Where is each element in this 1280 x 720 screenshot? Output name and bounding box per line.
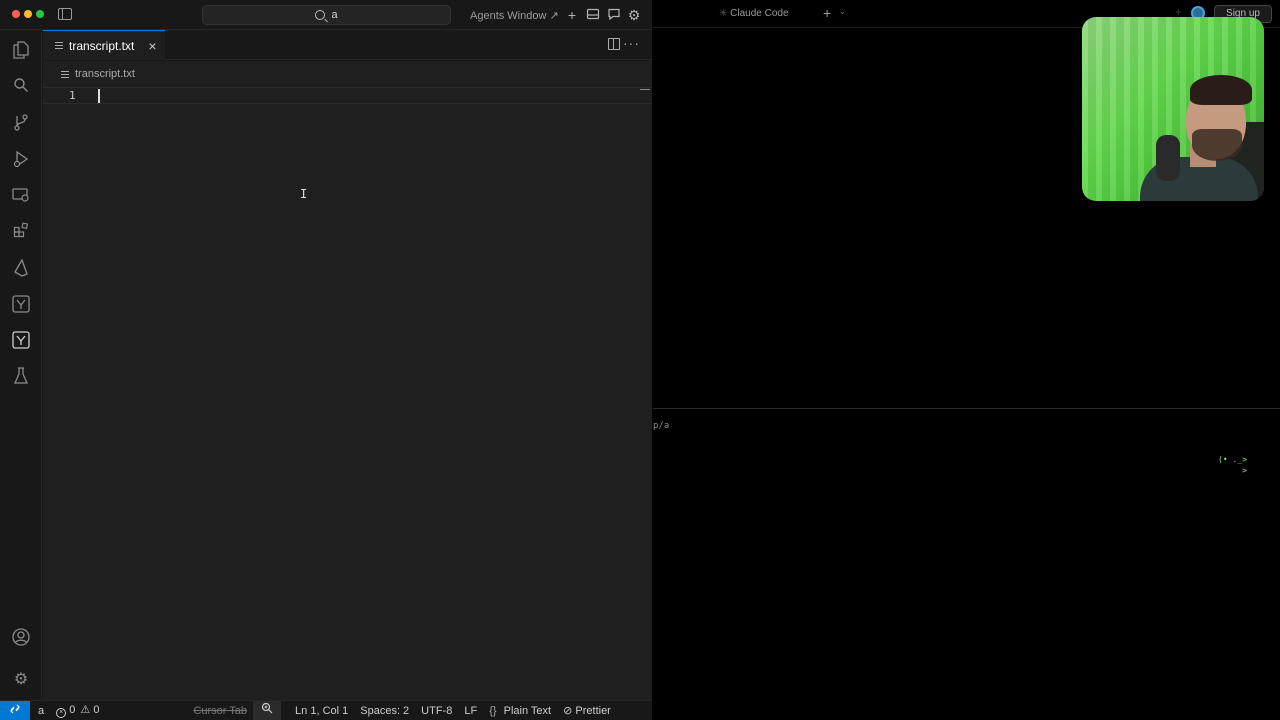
language-mode[interactable]: {} Plain Text bbox=[483, 705, 557, 717]
search-icon[interactable] bbox=[11, 77, 31, 97]
terminal-tab[interactable]: ✳ Claude Code bbox=[719, 8, 789, 19]
text-caret bbox=[98, 89, 100, 103]
webcam-person-hair bbox=[1190, 75, 1252, 105]
window-close-button[interactable] bbox=[12, 10, 20, 18]
tab-transcript[interactable]: transcript.txt × bbox=[43, 30, 165, 60]
settings-gear-icon[interactable]: ⚙ bbox=[626, 7, 642, 23]
webcam-overlay bbox=[1082, 17, 1264, 201]
current-line-highlight bbox=[43, 87, 652, 104]
zoom-icon[interactable] bbox=[253, 700, 282, 720]
agents-window-link[interactable]: Agents Window ↗ bbox=[470, 9, 559, 22]
chat-icon[interactable] bbox=[606, 7, 622, 23]
source-control-icon[interactable] bbox=[11, 113, 31, 133]
breadcrumb-file[interactable]: transcript.txt bbox=[75, 68, 135, 80]
webcam-person-beard bbox=[1192, 129, 1242, 161]
remote-indicator-button[interactable] bbox=[0, 700, 30, 720]
status-bar: a × 0 ⚠ 0 Cursor Tab Ln 1, Col 1 Spaces:… bbox=[0, 700, 652, 720]
more-actions-icon[interactable]: ··· bbox=[623, 35, 640, 51]
run-debug-icon[interactable] bbox=[11, 150, 31, 170]
command-center-search[interactable]: a bbox=[202, 5, 451, 25]
editor-window: a Agents Window ↗ + ⚙ ⚙ transcript.txt ×… bbox=[0, 0, 652, 720]
editor-tab-bar: transcript.txt × ··· bbox=[43, 30, 652, 60]
text-file-icon bbox=[61, 70, 69, 78]
error-count: 0 bbox=[69, 704, 76, 716]
tab-label: transcript.txt bbox=[69, 38, 135, 53]
braces-icon: {} bbox=[489, 704, 497, 717]
testing-flask-icon[interactable] bbox=[11, 367, 31, 387]
problems-indicator[interactable]: × 0 ⚠ 0 bbox=[50, 703, 105, 718]
end-of-line[interactable]: LF bbox=[458, 705, 483, 717]
command-center-text: a bbox=[331, 9, 338, 21]
terminal-divider bbox=[653, 408, 1280, 409]
window-maximize-button[interactable] bbox=[36, 10, 44, 18]
indentation[interactable]: Spaces: 2 bbox=[354, 705, 415, 717]
overview-ruler-marker bbox=[640, 89, 650, 90]
tab-close-icon[interactable]: × bbox=[148, 38, 156, 54]
mouse-ibeam-cursor: I bbox=[300, 187, 308, 201]
formatter-label: Prettier bbox=[575, 705, 611, 717]
cursor-tab-status[interactable]: Cursor Tab bbox=[187, 705, 253, 717]
extension-y-active-icon[interactable] bbox=[11, 331, 31, 351]
editor-content[interactable]: transcript.txt 1 I bbox=[43, 61, 652, 700]
encoding[interactable]: UTF-8 bbox=[415, 705, 458, 717]
layout-panel-icon[interactable] bbox=[585, 7, 601, 23]
accounts-icon[interactable] bbox=[11, 628, 31, 648]
chevron-down-icon[interactable]: ⌄ bbox=[839, 7, 846, 16]
activity-bar: ⚙ bbox=[0, 30, 42, 700]
extension-y-icon[interactable] bbox=[11, 295, 31, 315]
search-icon bbox=[315, 10, 326, 20]
prisma-icon[interactable] bbox=[11, 258, 31, 279]
warning-count: 0 bbox=[93, 704, 100, 716]
agents-window-label: Agents Window bbox=[470, 10, 547, 22]
external-link-icon: ↗ bbox=[549, 10, 559, 22]
toggle-sidebar-icon[interactable] bbox=[58, 8, 72, 20]
terminal-tab-dot-icon: ✳ bbox=[719, 8, 731, 19]
workspace-name[interactable]: a bbox=[32, 705, 50, 717]
split-editor-icon[interactable] bbox=[608, 38, 620, 50]
prettier-status-icon: ⊘ bbox=[563, 705, 573, 717]
error-icon: × bbox=[56, 708, 67, 718]
title-bar: a Agents Window ↗ + ⚙ bbox=[0, 0, 652, 30]
breadcrumb[interactable]: transcript.txt bbox=[61, 68, 135, 80]
extensions-icon[interactable] bbox=[11, 222, 31, 242]
language-label: Plain Text bbox=[503, 704, 552, 717]
text-file-icon bbox=[55, 42, 63, 49]
explorer-files-icon[interactable] bbox=[11, 41, 31, 61]
window-minimize-button[interactable] bbox=[24, 10, 32, 18]
formatter-status[interactable]: ⊘ Prettier bbox=[557, 704, 617, 717]
terminal-tab-title: Claude Code bbox=[730, 8, 789, 19]
webcam-microphone bbox=[1156, 135, 1180, 181]
line-number: 1 bbox=[69, 89, 76, 102]
plus-icon[interactable]: + bbox=[564, 7, 580, 23]
warning-icon: ⚠ bbox=[80, 704, 91, 716]
new-tab-plus-icon[interactable]: + bbox=[823, 5, 831, 21]
terminal-path-text: p/a bbox=[653, 421, 670, 431]
manage-gear-icon[interactable]: ⚙ bbox=[11, 670, 31, 690]
remote-explorer-icon[interactable] bbox=[11, 187, 31, 207]
cursor-position[interactable]: Ln 1, Col 1 bbox=[289, 705, 354, 717]
terminal-ascii-art: (• ._> > bbox=[1218, 455, 1247, 475]
